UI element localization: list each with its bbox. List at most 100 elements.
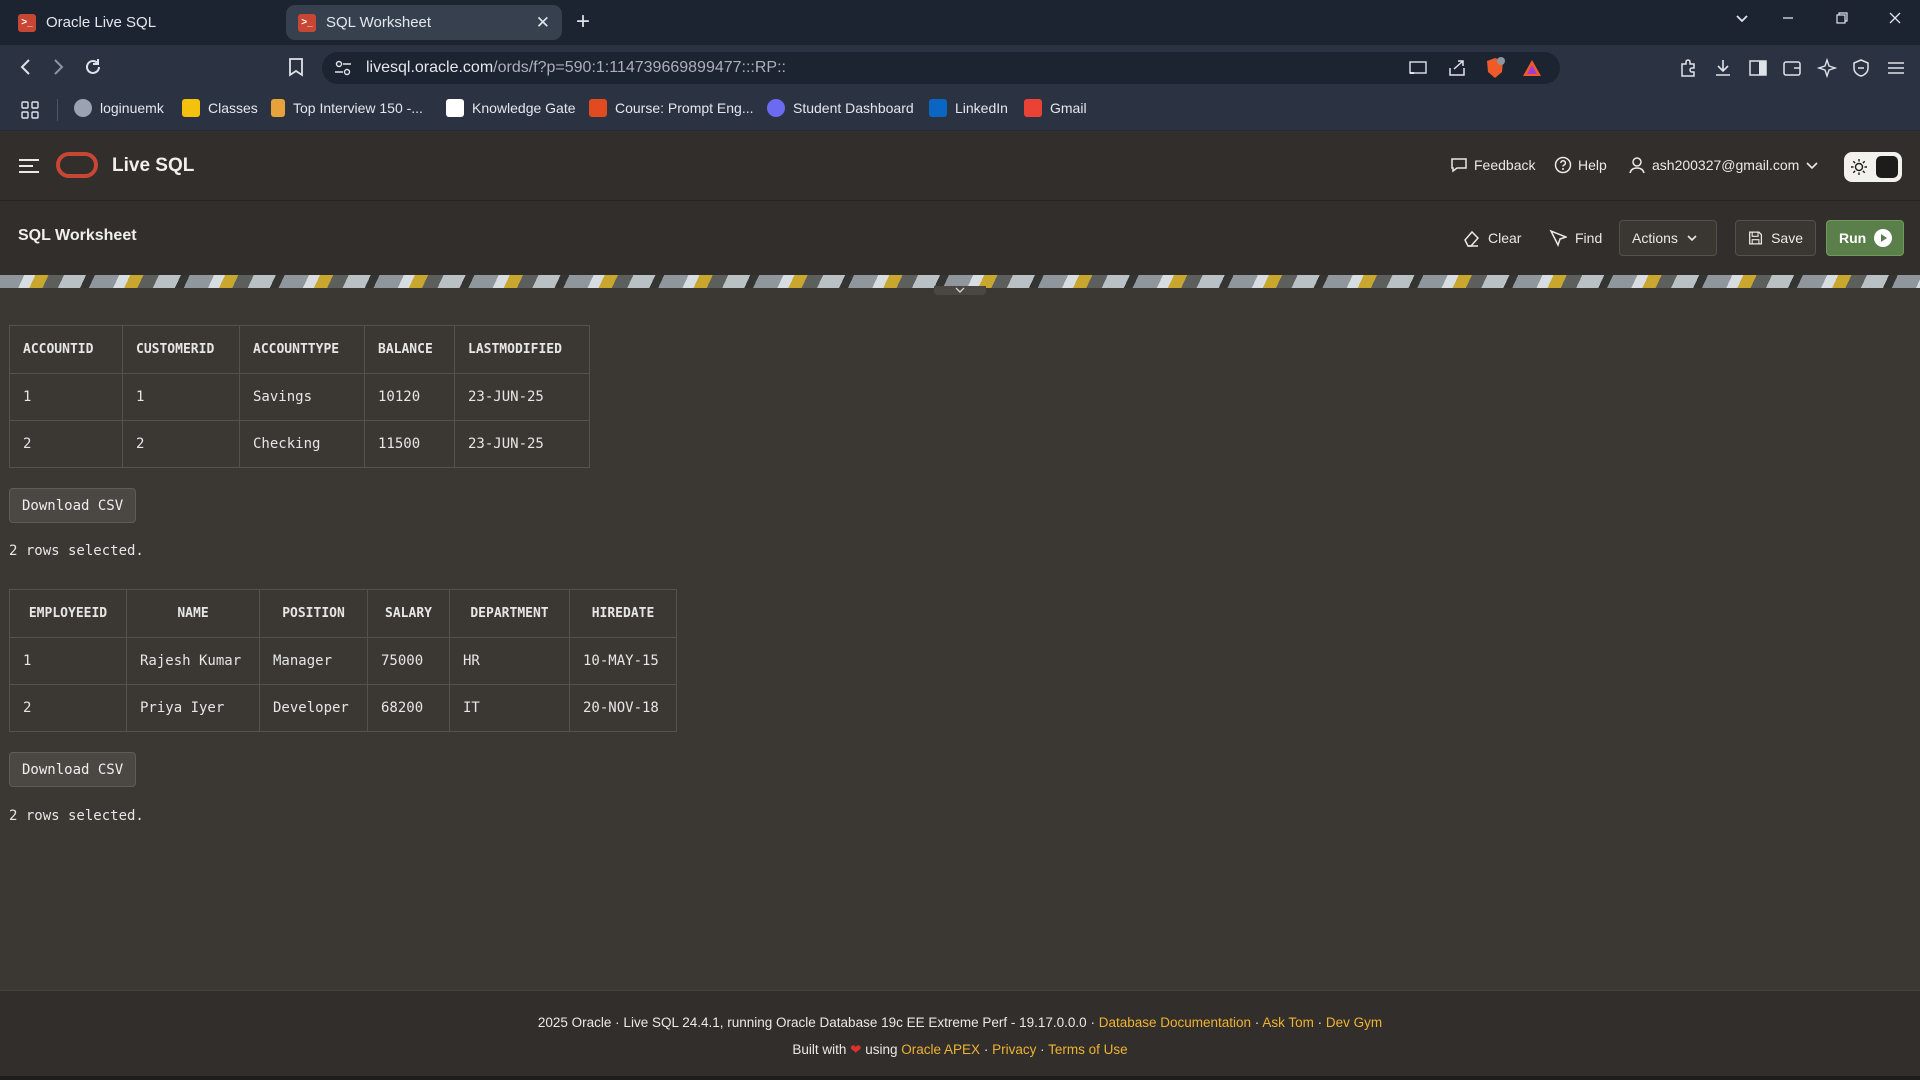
- splitter-handle[interactable]: [934, 286, 986, 295]
- oracle-logo[interactable]: [56, 152, 98, 178]
- download-csv-button[interactable]: Download CSV: [9, 488, 137, 523]
- close-window-icon[interactable]: [1887, 10, 1903, 26]
- oracle-apex-link[interactable]: Oracle APEX: [901, 1042, 980, 1057]
- restore-window-icon[interactable]: [1834, 10, 1850, 26]
- bookmarks-bar: loginuemk Classes Top Interview 150 -...…: [0, 90, 1920, 131]
- sidebar-toggle-icon[interactable]: [1748, 58, 1768, 78]
- table-cell: 1: [122, 373, 240, 421]
- chevron-down-icon: [1687, 235, 1697, 242]
- worksheet-toolbar: SQL Worksheet Clear Find Actions Save Ru…: [0, 201, 1920, 275]
- table-row: 2 Priya Iyer Developer 68200 IT 20-NOV-1…: [9, 684, 677, 732]
- cast-icon[interactable]: [1408, 60, 1428, 76]
- separator: ·: [1313, 1015, 1326, 1030]
- table-cell: 11500: [364, 420, 455, 468]
- table-row: 1 1 Savings 10120 23-JUN-25: [9, 373, 590, 421]
- separator: ·: [1251, 1015, 1263, 1030]
- download-csv-button[interactable]: Download CSV: [9, 752, 137, 787]
- table-cell: 75000: [367, 637, 450, 685]
- table-cell: 10120: [364, 373, 455, 421]
- tab-search-chevron-icon[interactable]: [1734, 10, 1750, 26]
- heart-icon: ❤: [850, 1042, 862, 1057]
- url-host: livesql.oracle.com: [366, 59, 494, 76]
- actions-dropdown[interactable]: Actions: [1619, 220, 1717, 256]
- clear-label: Clear: [1488, 230, 1522, 246]
- help-link[interactable]: Help: [1554, 156, 1607, 174]
- reload-icon[interactable]: [83, 57, 103, 77]
- leo-ai-icon[interactable]: [1817, 58, 1837, 78]
- site-settings-icon[interactable]: [334, 60, 352, 76]
- tab-title: SQL Worksheet: [326, 14, 432, 31]
- bookmark-loginuemk[interactable]: loginuemk: [74, 99, 164, 117]
- bookmark-classes[interactable]: Classes: [182, 99, 258, 117]
- eraser-icon: [1464, 230, 1480, 247]
- floppy-disk-icon: [1749, 231, 1763, 245]
- apps-grid-icon[interactable]: [20, 100, 40, 120]
- bookmark-student-dashboard[interactable]: Student Dashboard: [767, 99, 914, 117]
- bookmark-label: Top Interview 150 -...: [293, 100, 423, 116]
- table-cell: Checking: [239, 420, 365, 468]
- ask-tom-link[interactable]: Ask Tom: [1262, 1015, 1314, 1030]
- results-table: ACCOUNTID CUSTOMERID ACCOUNTTYPE BALANCE…: [9, 325, 590, 468]
- linkedin-icon: [929, 99, 947, 117]
- help-icon: [1554, 156, 1572, 174]
- column-header: POSITION: [259, 589, 368, 638]
- bottom-edge: [0, 1076, 1920, 1080]
- wallet-icon[interactable]: [1782, 58, 1802, 78]
- find-icon: [1549, 229, 1567, 247]
- browser-tab-sql-worksheet[interactable]: >_ SQL Worksheet ✕: [286, 5, 562, 40]
- table-header-row: EMPLOYEEID NAME POSITION SALARY DEPARTME…: [9, 589, 677, 638]
- feedback-icon: [1451, 158, 1467, 173]
- browser-tab-oracle-live-sql[interactable]: >_ Oracle Live SQL: [6, 5, 282, 40]
- downloads-icon[interactable]: [1713, 58, 1733, 78]
- back-arrow-icon[interactable]: [16, 57, 36, 77]
- theme-toggle-knob: [1876, 156, 1898, 178]
- table-cell: 2: [9, 420, 123, 468]
- privacy-link[interactable]: Privacy: [992, 1042, 1036, 1057]
- bookmark-top-interview[interactable]: Top Interview 150 -...: [271, 99, 423, 117]
- bookmark-label: Gmail: [1050, 100, 1087, 116]
- course-icon: [589, 99, 607, 117]
- database-documentation-link[interactable]: Database Documentation: [1099, 1015, 1251, 1030]
- run-button[interactable]: Run: [1826, 220, 1904, 256]
- app-name[interactable]: Live SQL: [112, 155, 194, 177]
- minimize-window-icon[interactable]: [1780, 10, 1796, 26]
- share-icon[interactable]: [1447, 59, 1467, 77]
- actions-label: Actions: [1632, 230, 1678, 246]
- bookmark-linkedin[interactable]: LinkedIn: [929, 99, 1008, 117]
- footer: 2025 Oracle · Live SQL 24.4.1, running O…: [0, 990, 1920, 1076]
- save-button[interactable]: Save: [1735, 220, 1816, 256]
- bookmark-knowledge-gate[interactable]: Knowledge Gate: [446, 99, 576, 117]
- feedback-link[interactable]: Feedback: [1450, 156, 1535, 174]
- address-bar[interactable]: livesql.oracle.com/ords/f?p=590:1:114739…: [322, 52, 1560, 84]
- clear-button[interactable]: Clear: [1462, 220, 1521, 256]
- using-text: using: [865, 1042, 898, 1057]
- column-header: LASTMODIFIED: [454, 325, 590, 374]
- new-tab-button[interactable]: +: [576, 10, 590, 34]
- bookmark-label: Knowledge Gate: [472, 100, 576, 116]
- table-cell: 20-NOV-18: [569, 684, 677, 732]
- brave-rewards-icon[interactable]: [1522, 59, 1542, 77]
- forward-arrow-icon[interactable]: [48, 57, 68, 77]
- table-cell: HR: [449, 637, 570, 685]
- brave-shields-icon[interactable]: [1485, 57, 1505, 79]
- find-button[interactable]: Find: [1549, 220, 1602, 256]
- terms-of-use-link[interactable]: Terms of Use: [1048, 1042, 1128, 1057]
- bookmark-label: Classes: [208, 100, 258, 116]
- extensions-icon[interactable]: [1678, 58, 1698, 78]
- play-icon: [1874, 229, 1893, 247]
- bookmark-page-icon[interactable]: [287, 57, 305, 77]
- theme-toggle[interactable]: [1844, 152, 1902, 182]
- close-tab-icon[interactable]: ✕: [536, 13, 550, 33]
- bookmark-course-prompt[interactable]: Course: Prompt Eng...: [589, 99, 754, 117]
- leetcode-icon: [271, 99, 285, 117]
- hamburger-menu-icon[interactable]: [18, 157, 40, 175]
- column-header: EMPLOYEEID: [9, 589, 127, 638]
- url-text: livesql.oracle.com/ords/f?p=590:1:114739…: [366, 59, 786, 77]
- user-menu[interactable]: ash200327@gmail.com: [1628, 156, 1825, 174]
- browser-menu-icon[interactable]: [1886, 58, 1906, 78]
- dev-gym-link[interactable]: Dev Gym: [1326, 1015, 1382, 1030]
- bookmarks-divider: [57, 99, 58, 121]
- bookmark-gmail[interactable]: Gmail: [1024, 99, 1087, 117]
- column-header: CUSTOMERID: [122, 325, 240, 374]
- vpn-shield-icon[interactable]: [1851, 58, 1871, 78]
